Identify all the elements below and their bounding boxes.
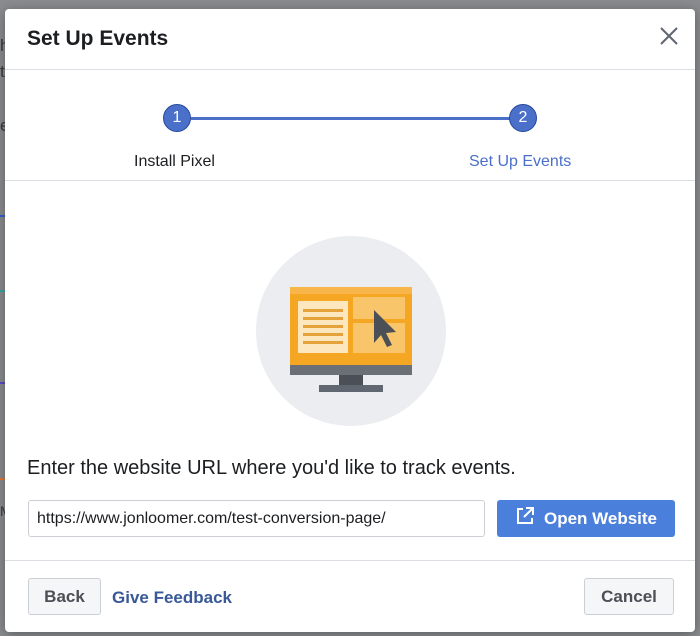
dialog-footer: Back Give Feedback Cancel — [5, 560, 695, 632]
setup-events-dialog: Set Up Events 1 2 Install Pixel Set Up E… — [5, 9, 695, 632]
give-feedback-link[interactable]: Give Feedback — [112, 588, 232, 608]
step-1-circle: 1 — [163, 104, 191, 132]
dialog-header: Set Up Events — [5, 9, 695, 70]
external-link-icon — [515, 506, 535, 531]
progress-stepper: 1 2 Install Pixel Set Up Events — [5, 69, 695, 181]
open-website-label: Open Website — [543, 508, 658, 528]
cancel-button[interactable]: Cancel — [584, 578, 674, 615]
step-2-circle: 2 — [509, 104, 537, 132]
back-button[interactable]: Back — [28, 578, 101, 615]
step-1-label: Install Pixel — [134, 153, 215, 170]
dialog-title: Set Up Events — [27, 27, 169, 50]
close-icon[interactable] — [657, 24, 681, 48]
stepper-connector — [191, 117, 523, 120]
step-2-label: Set Up Events — [469, 153, 572, 170]
computer-monitor-cursor-icon — [255, 235, 447, 427]
open-website-button[interactable]: Open Website — [497, 500, 675, 537]
website-url-input[interactable] — [28, 500, 485, 537]
url-prompt-text: Enter the website URL where you'd like t… — [27, 457, 516, 479]
